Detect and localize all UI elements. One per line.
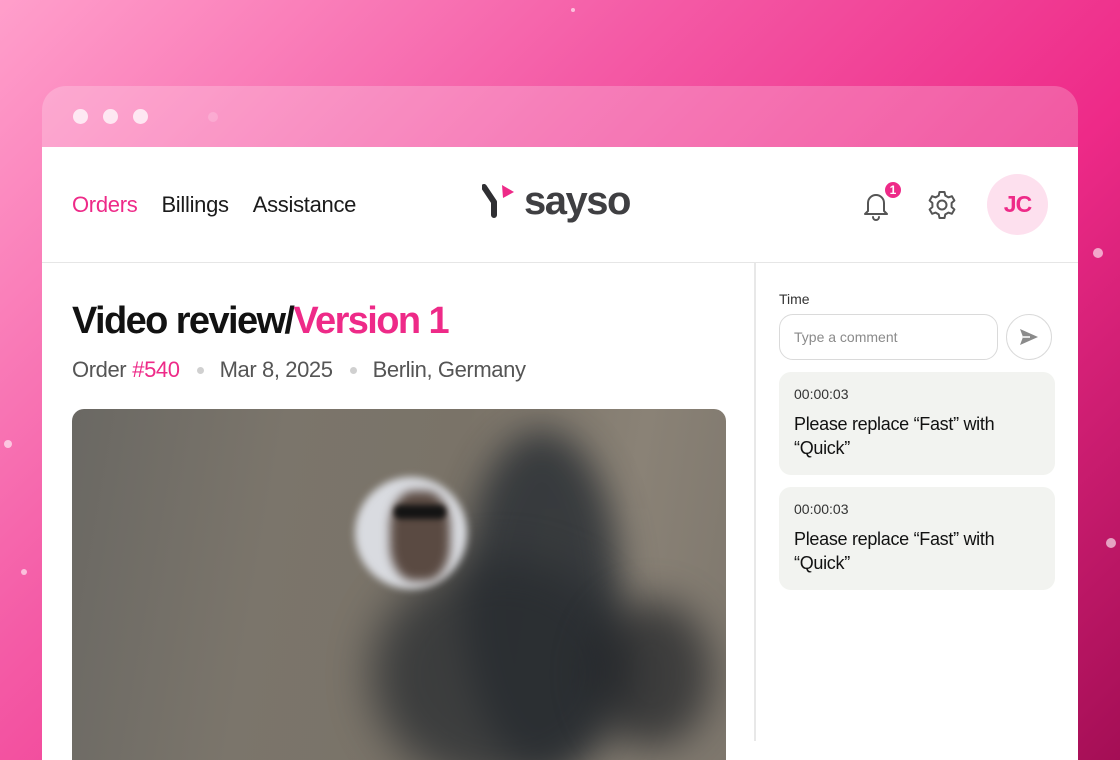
- app-content: Orders Billings Assistance sayso 1 JC Vi…: [42, 147, 1078, 760]
- comment-text: Please replace “Fast” with “Quick”: [794, 414, 995, 458]
- send-comment-button[interactable]: [1006, 314, 1052, 360]
- video-player[interactable]: [72, 409, 726, 760]
- comment-card[interactable]: 00:00:03 Please replace “Fast” with “Qui…: [779, 372, 1055, 475]
- comment-timestamp[interactable]: 00:00:03: [794, 501, 1040, 517]
- comment-timestamp[interactable]: 00:00:03: [794, 386, 1040, 402]
- primary-nav: Orders Billings Assistance: [72, 192, 356, 218]
- nav-link-billings[interactable]: Billings: [161, 192, 229, 218]
- background-sparkle: [1093, 248, 1103, 258]
- background-sparkle: [571, 8, 575, 12]
- nav-link-orders[interactable]: Orders: [72, 192, 138, 218]
- page-title-text: Video review/: [72, 300, 295, 342]
- notifications-button[interactable]: 1: [859, 180, 902, 222]
- comments-panel: Time 00:00:03 Please replace “Fast” with…: [779, 263, 1055, 590]
- order-meta: Order #540 Mar 8, 2025 Berlin, Germany: [72, 357, 724, 383]
- window-close-dot[interactable]: [73, 109, 88, 124]
- time-label: Time: [779, 291, 810, 307]
- settings-button[interactable]: [925, 188, 959, 222]
- comment-text: Please replace “Fast” with “Quick”: [794, 529, 995, 573]
- window-titlebar: [42, 86, 1078, 147]
- titlebar-decoration: [208, 111, 218, 122]
- order-number-link[interactable]: #540: [132, 357, 180, 383]
- browser-window: Orders Billings Assistance sayso 1 JC Vi…: [42, 86, 1078, 760]
- notification-badge: 1: [884, 180, 902, 199]
- order-date: Mar 8, 2025: [219, 357, 333, 382]
- top-navigation: Orders Billings Assistance sayso 1 JC: [42, 147, 1078, 263]
- logo-wordmark: sayso: [524, 179, 631, 223]
- meta-separator: [196, 366, 204, 374]
- nav-link-assistance[interactable]: Assistance: [253, 192, 357, 218]
- sayso-logo[interactable]: sayso: [482, 179, 631, 223]
- window-maximize-dot[interactable]: [133, 109, 148, 124]
- comment-input[interactable]: [779, 314, 998, 360]
- page-title: Video review/Version 1: [72, 299, 724, 343]
- version-label[interactable]: Version 1: [293, 300, 449, 342]
- background-sparkle: [4, 440, 12, 448]
- comment-card[interactable]: 00:00:03 Please replace “Fast” with “Qui…: [779, 487, 1055, 590]
- sayso-logo-icon: [482, 184, 514, 218]
- video-frame-detail: [592, 599, 712, 749]
- send-icon: [1020, 329, 1038, 345]
- video-frame-detail: [394, 505, 446, 519]
- nav-actions: 1 JC: [859, 174, 1048, 235]
- main-content: Video review/Version 1 Order #540 Mar 8,…: [42, 263, 754, 760]
- comment-composer: [779, 314, 1055, 360]
- order-label: Order: [72, 357, 127, 382]
- gear-icon: [928, 190, 956, 219]
- window-minimize-dot[interactable]: [103, 109, 118, 124]
- background-sparkle: [21, 569, 27, 575]
- meta-separator: [349, 366, 357, 374]
- background-sparkle: [1106, 538, 1116, 548]
- order-location: Berlin, Germany: [372, 357, 526, 382]
- panel-divider: [754, 263, 756, 741]
- user-avatar[interactable]: JC: [987, 174, 1048, 235]
